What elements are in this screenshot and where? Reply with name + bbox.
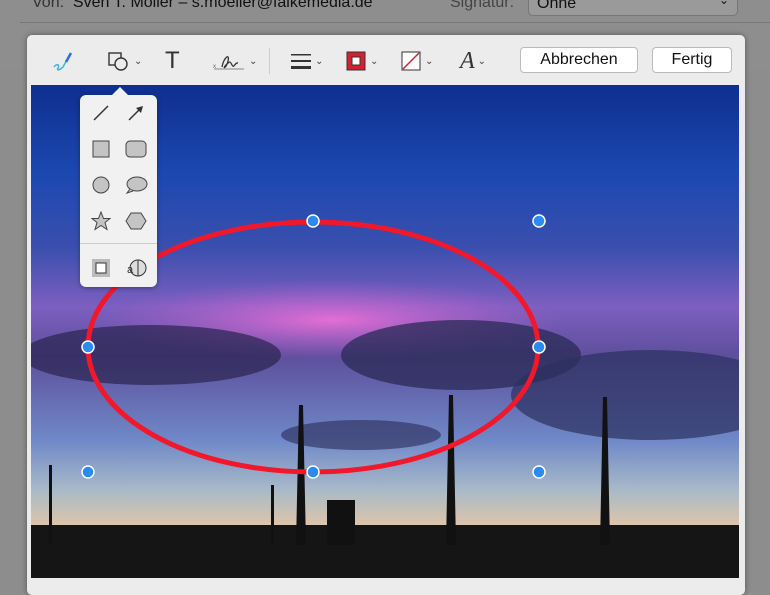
hexagon-icon bbox=[125, 212, 147, 230]
star-icon bbox=[91, 211, 111, 231]
resize-handle[interactable] bbox=[532, 465, 546, 479]
loupe-icon: a bbox=[127, 259, 147, 277]
rectangle-icon bbox=[92, 140, 110, 158]
arrow-icon bbox=[128, 106, 143, 121]
line-icon bbox=[93, 105, 109, 121]
popover-divider bbox=[80, 243, 157, 244]
resize-handle[interactable] bbox=[81, 465, 95, 479]
shape-speech-bubble[interactable] bbox=[121, 172, 151, 198]
shape-loupe[interactable]: a bbox=[121, 255, 151, 281]
resize-handle[interactable] bbox=[532, 340, 546, 354]
shape-mask[interactable] bbox=[86, 255, 116, 281]
resize-handle[interactable] bbox=[532, 214, 546, 228]
circle-icon bbox=[92, 176, 110, 194]
shapes-popover: a bbox=[80, 87, 157, 287]
resize-handle[interactable] bbox=[81, 340, 95, 354]
shape-oval[interactable] bbox=[86, 172, 116, 198]
shape-hexagon[interactable] bbox=[121, 208, 151, 234]
svg-text:a: a bbox=[127, 264, 134, 276]
rounded-rectangle-icon bbox=[125, 140, 147, 158]
speech-bubble-icon bbox=[125, 176, 148, 194]
shape-rounded-rectangle[interactable] bbox=[121, 136, 151, 162]
shape-line[interactable] bbox=[86, 100, 116, 126]
mask-icon bbox=[92, 259, 110, 277]
resize-handle[interactable] bbox=[306, 465, 320, 479]
shape-arrow[interactable] bbox=[121, 100, 151, 126]
shape-rectangle[interactable] bbox=[86, 136, 116, 162]
shape-star[interactable] bbox=[86, 208, 116, 234]
resize-handle[interactable] bbox=[306, 214, 320, 228]
